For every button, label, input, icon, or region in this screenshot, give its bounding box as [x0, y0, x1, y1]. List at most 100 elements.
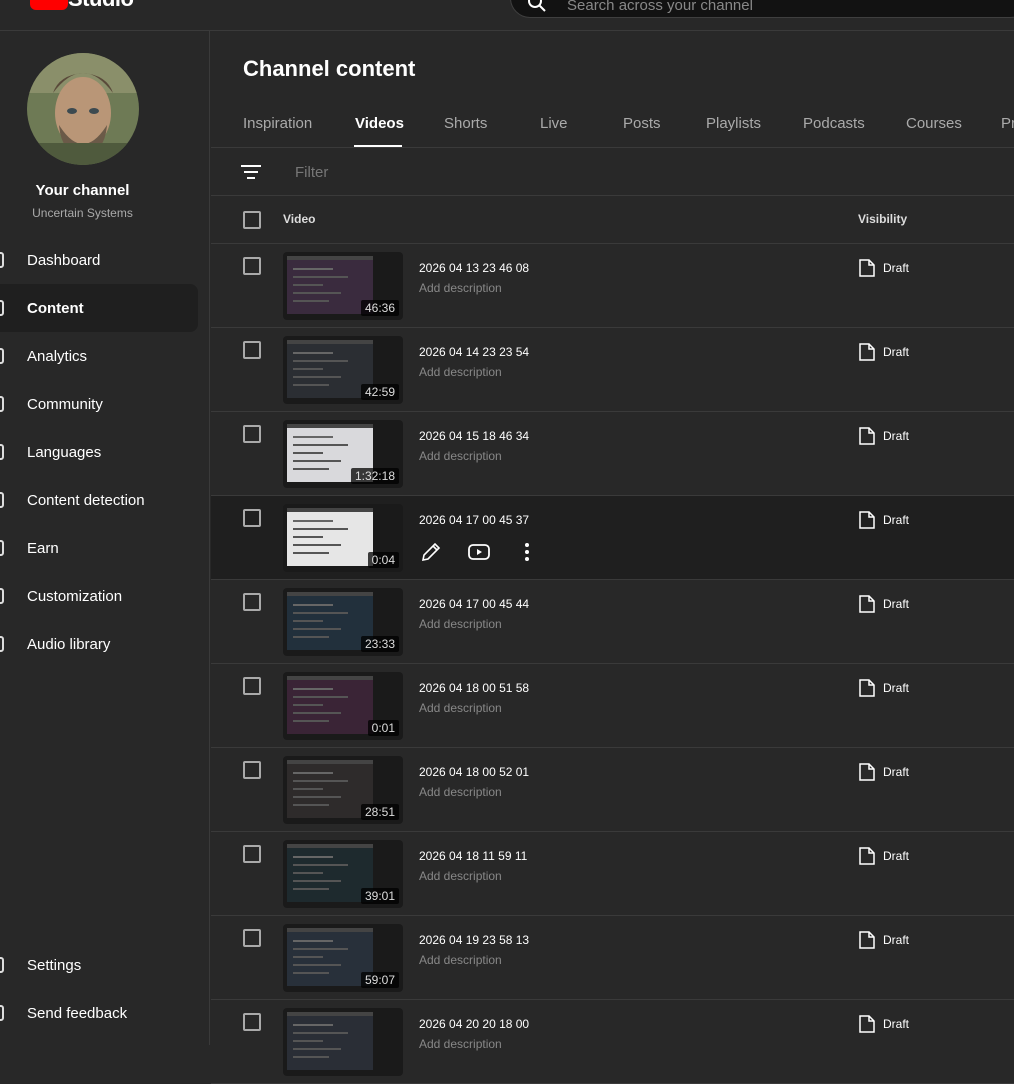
- row-checkbox[interactable]: [243, 257, 261, 275]
- video-description: Add description: [419, 701, 502, 715]
- draft-document-icon: [859, 1015, 875, 1033]
- sidebar-item-dashboard[interactable]: Dashboard: [0, 236, 198, 284]
- row-checkbox[interactable]: [243, 845, 261, 863]
- video-thumbnail[interactable]: 39:01: [283, 840, 403, 908]
- video-title[interactable]: 2026 04 18 11 59 11: [419, 849, 527, 863]
- visibility-status[interactable]: Draft: [859, 259, 909, 277]
- table-row[interactable]: 59:07 2026 04 19 23 58 13 Add description D…: [211, 916, 1014, 1000]
- sidebar-item-customization[interactable]: Customization: [0, 572, 198, 620]
- more-options-icon[interactable]: [515, 540, 539, 564]
- row-checkbox[interactable]: [243, 425, 261, 443]
- tab-live[interactable]: Live: [540, 115, 568, 132]
- search-box[interactable]: [510, 0, 1014, 18]
- draft-document-icon: [859, 847, 875, 865]
- video-description: Add description: [419, 281, 502, 295]
- sidebar-item-earn[interactable]: Earn: [0, 524, 198, 572]
- video-title[interactable]: 2026 04 14 23 23 54: [419, 345, 529, 359]
- studio-logo-text[interactable]: Studio: [68, 0, 134, 12]
- video-thumbnail[interactable]: 59:07: [283, 924, 403, 992]
- video-title[interactable]: 2026 04 13 23 46 08: [419, 261, 529, 275]
- video-thumbnail[interactable]: 42:59: [283, 336, 403, 404]
- video-thumbnail[interactable]: 23:33: [283, 588, 403, 656]
- sidebar-item-label: Analytics: [27, 347, 88, 365]
- video-title[interactable]: 2026 04 17 00 45 37: [419, 513, 529, 527]
- row-checkbox[interactable]: [243, 1013, 261, 1031]
- draft-document-icon: [859, 427, 875, 445]
- video-title[interactable]: 2026 04 19 23 58 13: [419, 933, 529, 947]
- video-thumbnail[interactable]: 46:36: [283, 252, 403, 320]
- visibility-status[interactable]: Draft: [859, 847, 909, 865]
- table-row[interactable]: 39:01 2026 04 18 11 59 11 Add description D…: [211, 832, 1014, 916]
- row-checkbox[interactable]: [243, 593, 261, 611]
- tab-posts[interactable]: Posts: [623, 115, 661, 132]
- video-title[interactable]: 2026 04 18 00 51 58: [419, 681, 529, 695]
- video-thumbnail[interactable]: 0:04: [283, 504, 403, 572]
- visibility-status[interactable]: Draft: [859, 343, 909, 361]
- main-content: Channel content Inspiration Videos Short…: [211, 31, 1014, 1084]
- tab-playlists[interactable]: Playlists: [706, 115, 761, 132]
- column-header-video[interactable]: Video: [283, 212, 315, 226]
- video-title[interactable]: 2026 04 20 20 18 00: [419, 1017, 529, 1031]
- tab-shorts[interactable]: Shorts: [444, 115, 487, 132]
- visibility-label: Draft: [883, 1017, 910, 1031]
- sidebar-item-settings[interactable]: Settings: [0, 941, 198, 989]
- visibility-status[interactable]: Draft: [859, 1015, 909, 1033]
- video-title[interactable]: 2026 04 15 18 46 34: [419, 429, 529, 443]
- search-input[interactable]: [567, 0, 1007, 15]
- video-duration: 23:33: [360, 636, 399, 652]
- search-icon[interactable]: [527, 0, 547, 13]
- tab-videos[interactable]: Videos: [355, 115, 404, 132]
- row-checkbox[interactable]: [243, 509, 261, 527]
- video-thumbnail[interactable]: 28:51: [283, 756, 403, 824]
- select-all-checkbox[interactable]: [243, 211, 261, 229]
- table-row[interactable]: 0:01 2026 04 18 00 51 58 Add description Dr…: [211, 664, 1014, 748]
- sidebar-item-content-detection[interactable]: Content detection: [0, 476, 198, 524]
- table-row[interactable]: 23:33 2026 04 17 00 45 44 Add description D…: [211, 580, 1014, 664]
- table-row[interactable]: 1:32:18 2026 04 15 18 46 34 Add descriptio…: [211, 412, 1014, 496]
- tab-podcasts[interactable]: Podcasts: [803, 115, 865, 132]
- tab-courses[interactable]: Courses: [906, 115, 962, 132]
- filter-input[interactable]: [295, 162, 795, 182]
- row-checkbox[interactable]: [243, 761, 261, 779]
- avatar[interactable]: [27, 53, 139, 165]
- customization-icon: [0, 588, 4, 604]
- video-thumbnail[interactable]: 1:32:18: [283, 420, 403, 488]
- tab-inspiration[interactable]: Inspiration: [243, 115, 312, 132]
- column-header-visibility[interactable]: Visibility: [858, 212, 907, 226]
- sidebar-item-community[interactable]: Community: [0, 380, 198, 428]
- edit-pencil-icon[interactable]: [419, 540, 443, 564]
- youtube-play-icon[interactable]: [467, 540, 491, 564]
- sidebar-item-label: Content detection: [27, 491, 145, 509]
- video-thumbnail[interactable]: 0:01: [283, 672, 403, 740]
- sidebar-item-languages[interactable]: Languages: [0, 428, 198, 476]
- youtube-logo-icon[interactable]: [30, 0, 68, 10]
- content-detection-icon: [0, 492, 4, 508]
- visibility-status[interactable]: Draft: [859, 595, 909, 613]
- filter-icon[interactable]: [241, 164, 261, 180]
- visibility-status[interactable]: Draft: [859, 679, 909, 697]
- sidebar-item-label: Earn: [27, 539, 59, 557]
- video-description: Add description: [419, 869, 502, 883]
- visibility-status[interactable]: Draft: [859, 427, 909, 445]
- row-checkbox[interactable]: [243, 341, 261, 359]
- visibility-status[interactable]: Draft: [859, 511, 909, 529]
- video-thumbnail[interactable]: [283, 1008, 403, 1076]
- sidebar-item-content[interactable]: Content: [0, 284, 198, 332]
- table-row[interactable]: 42:59 2026 04 14 23 23 54 Add description D…: [211, 328, 1014, 412]
- row-checkbox[interactable]: [243, 929, 261, 947]
- sidebar: Your channel Uncertain Systems Dashboard…: [0, 31, 210, 1045]
- tab-overflow[interactable]: Pr: [1001, 115, 1014, 132]
- row-checkbox[interactable]: [243, 677, 261, 695]
- table-row[interactable]: 2026 04 20 20 18 00 Add description Draft: [211, 1000, 1014, 1084]
- table-row[interactable]: 28:51 2026 04 18 00 52 01 Add description D…: [211, 748, 1014, 832]
- table-row[interactable]: 46:36 2026 04 13 23 46 08 Add description D…: [211, 244, 1014, 328]
- sidebar-item-audio-library[interactable]: Audio library: [0, 620, 198, 668]
- visibility-status[interactable]: Draft: [859, 931, 909, 949]
- video-title[interactable]: 2026 04 17 00 45 44: [419, 597, 529, 611]
- table-row[interactable]: 0:04 2026 04 17 00 45 37 Draft: [211, 496, 1014, 580]
- sidebar-item-send-feedback[interactable]: Send feedback: [0, 989, 198, 1037]
- visibility-status[interactable]: Draft: [859, 763, 909, 781]
- sidebar-item-analytics[interactable]: Analytics: [0, 332, 198, 380]
- content-tabs: Inspiration Videos Shorts Live Posts Pla…: [211, 105, 1014, 148]
- video-title[interactable]: 2026 04 18 00 52 01: [419, 765, 529, 779]
